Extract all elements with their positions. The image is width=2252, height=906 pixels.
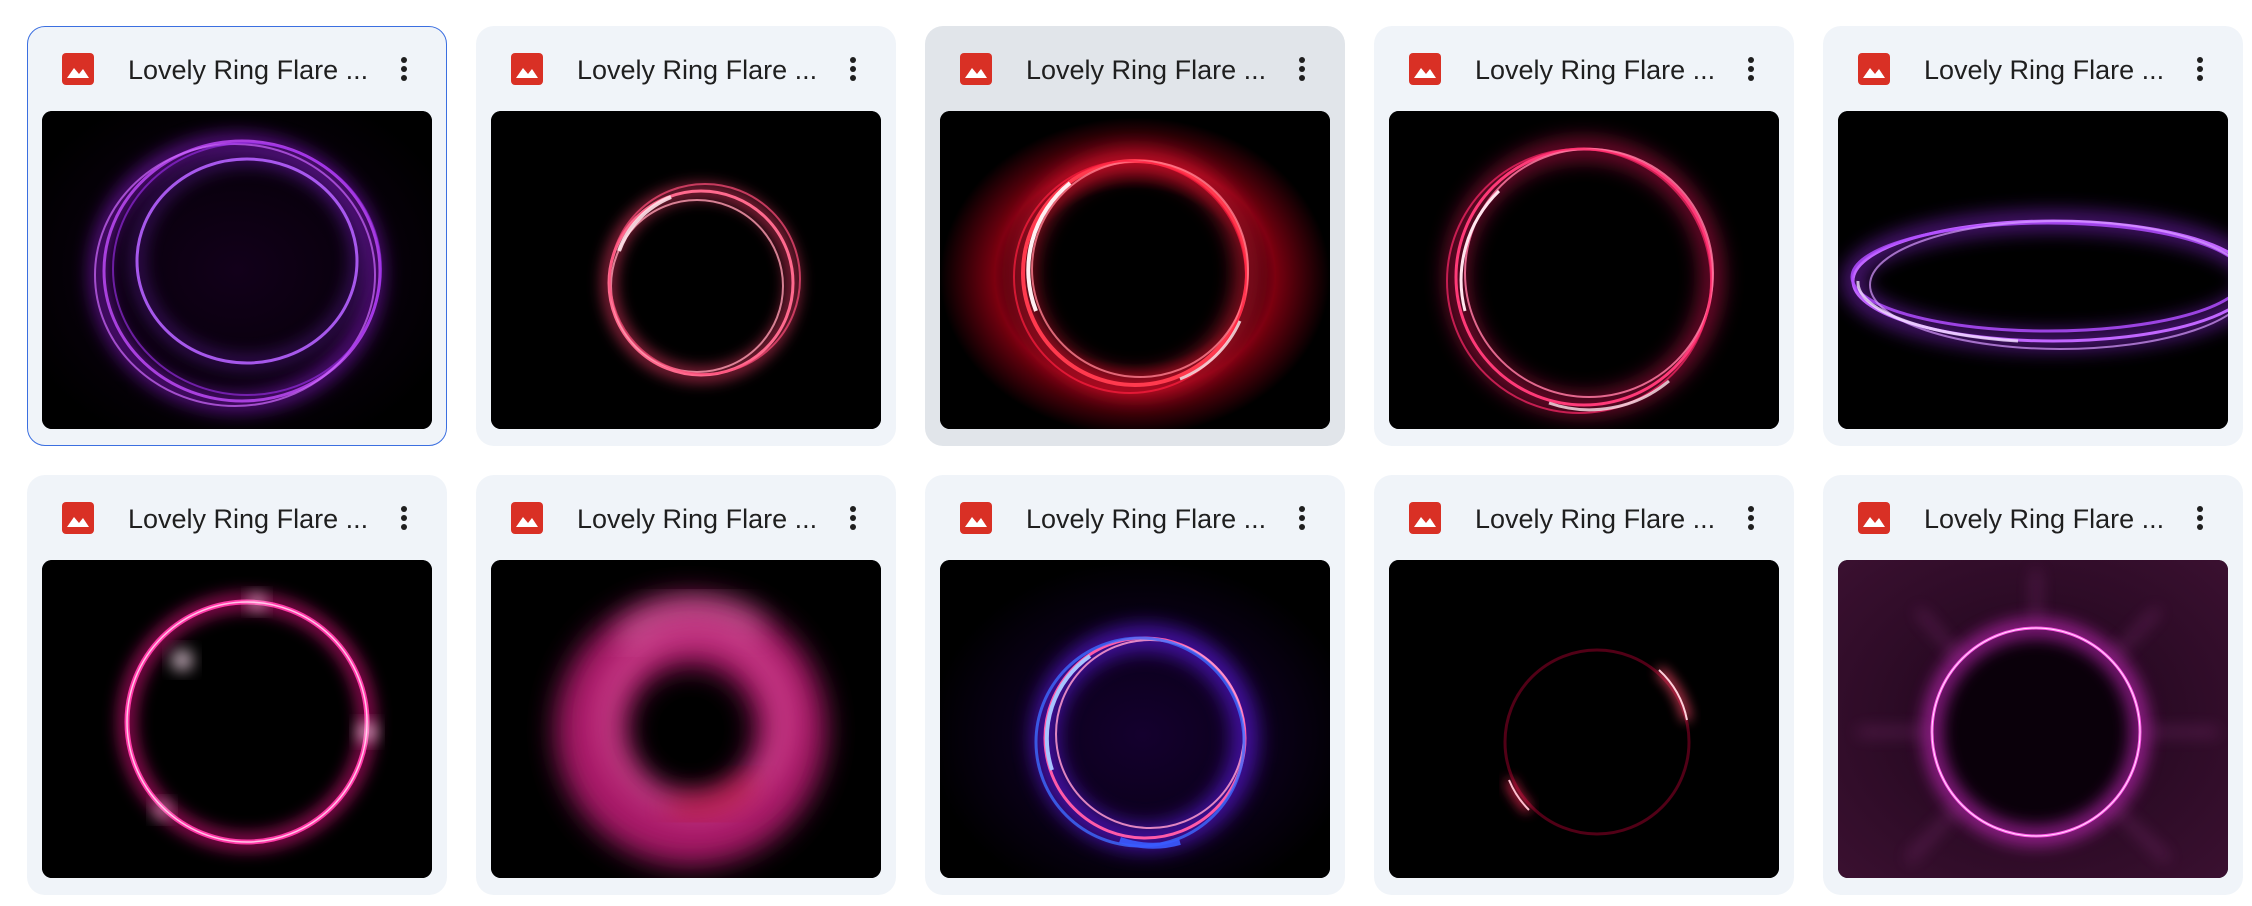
image-file-icon [1858,502,1890,534]
image-file-icon [1858,53,1890,85]
file-card[interactable]: Lovely Ring Flare ... [1823,475,2243,895]
file-card[interactable]: Lovely Ring Flare ... [27,26,447,446]
file-thumbnail[interactable] [1838,560,2228,878]
more-vert-icon [401,506,407,530]
file-thumbnail[interactable] [1389,111,1779,429]
file-title: Lovely Ring Flare ... [1475,55,1715,85]
file-card[interactable]: Lovely Ring Flare ... [476,475,896,895]
file-card-header: Lovely Ring Flare ... [28,27,446,111]
file-card-header: Lovely Ring Flare ... [1824,27,2242,111]
more-vert-icon [1748,57,1754,81]
file-card-header: Lovely Ring Flare ... [1375,27,1793,111]
more-vert-icon [1748,506,1754,530]
file-thumbnail[interactable] [1389,560,1779,878]
more-actions-button[interactable] [2178,47,2222,91]
more-vert-icon [850,57,856,81]
file-card[interactable]: Lovely Ring Flare ... [925,475,1345,895]
image-file-icon [511,502,543,534]
file-card-header: Lovely Ring Flare ... [926,476,1344,560]
file-card[interactable]: Lovely Ring Flare ... [27,475,447,895]
more-vert-icon [2197,57,2203,81]
image-file-icon [960,502,992,534]
more-actions-button[interactable] [831,496,875,540]
more-actions-button[interactable] [382,47,426,91]
image-file-icon [1409,502,1441,534]
file-title: Lovely Ring Flare ... [1924,55,2164,85]
file-grid: Lovely Ring Flare ... Lovely Ring Flare … [0,0,2252,906]
file-card[interactable]: Lovely Ring Flare ... [1374,26,1794,446]
image-file-icon [62,53,94,85]
file-card-header: Lovely Ring Flare ... [1824,476,2242,560]
file-card-header: Lovely Ring Flare ... [926,27,1344,111]
file-title: Lovely Ring Flare ... [1026,55,1266,85]
more-actions-button[interactable] [1280,47,1324,91]
more-vert-icon [1299,506,1305,530]
more-actions-button[interactable] [1729,496,1773,540]
file-card[interactable]: Lovely Ring Flare ... [476,26,896,446]
more-vert-icon [401,57,407,81]
image-file-icon [511,53,543,85]
file-title: Lovely Ring Flare ... [577,55,817,85]
file-card-header: Lovely Ring Flare ... [477,27,895,111]
file-thumbnail[interactable] [940,560,1330,878]
file-thumbnail[interactable] [940,111,1330,429]
image-file-icon [62,502,94,534]
file-card[interactable]: Lovely Ring Flare ... [925,26,1345,446]
file-title: Lovely Ring Flare ... [1026,504,1266,534]
file-card-header: Lovely Ring Flare ... [28,476,446,560]
image-file-icon [1409,53,1441,85]
more-vert-icon [850,506,856,530]
file-thumbnail[interactable] [491,111,881,429]
file-thumbnail[interactable] [42,111,432,429]
file-card[interactable]: Lovely Ring Flare ... [1823,26,2243,446]
file-thumbnail[interactable] [42,560,432,878]
image-file-icon [960,53,992,85]
more-vert-icon [2197,506,2203,530]
file-title: Lovely Ring Flare ... [1924,504,2164,534]
file-card[interactable]: Lovely Ring Flare ... [1374,475,1794,895]
file-title: Lovely Ring Flare ... [128,504,368,534]
file-card-header: Lovely Ring Flare ... [1375,476,1793,560]
more-vert-icon [1299,57,1305,81]
file-card-header: Lovely Ring Flare ... [477,476,895,560]
file-thumbnail[interactable] [1838,111,2228,429]
more-actions-button[interactable] [2178,496,2222,540]
file-title: Lovely Ring Flare ... [1475,504,1715,534]
more-actions-button[interactable] [1729,47,1773,91]
more-actions-button[interactable] [831,47,875,91]
file-thumbnail[interactable] [491,560,881,878]
file-title: Lovely Ring Flare ... [128,55,368,85]
file-title: Lovely Ring Flare ... [577,504,817,534]
more-actions-button[interactable] [382,496,426,540]
more-actions-button[interactable] [1280,496,1324,540]
